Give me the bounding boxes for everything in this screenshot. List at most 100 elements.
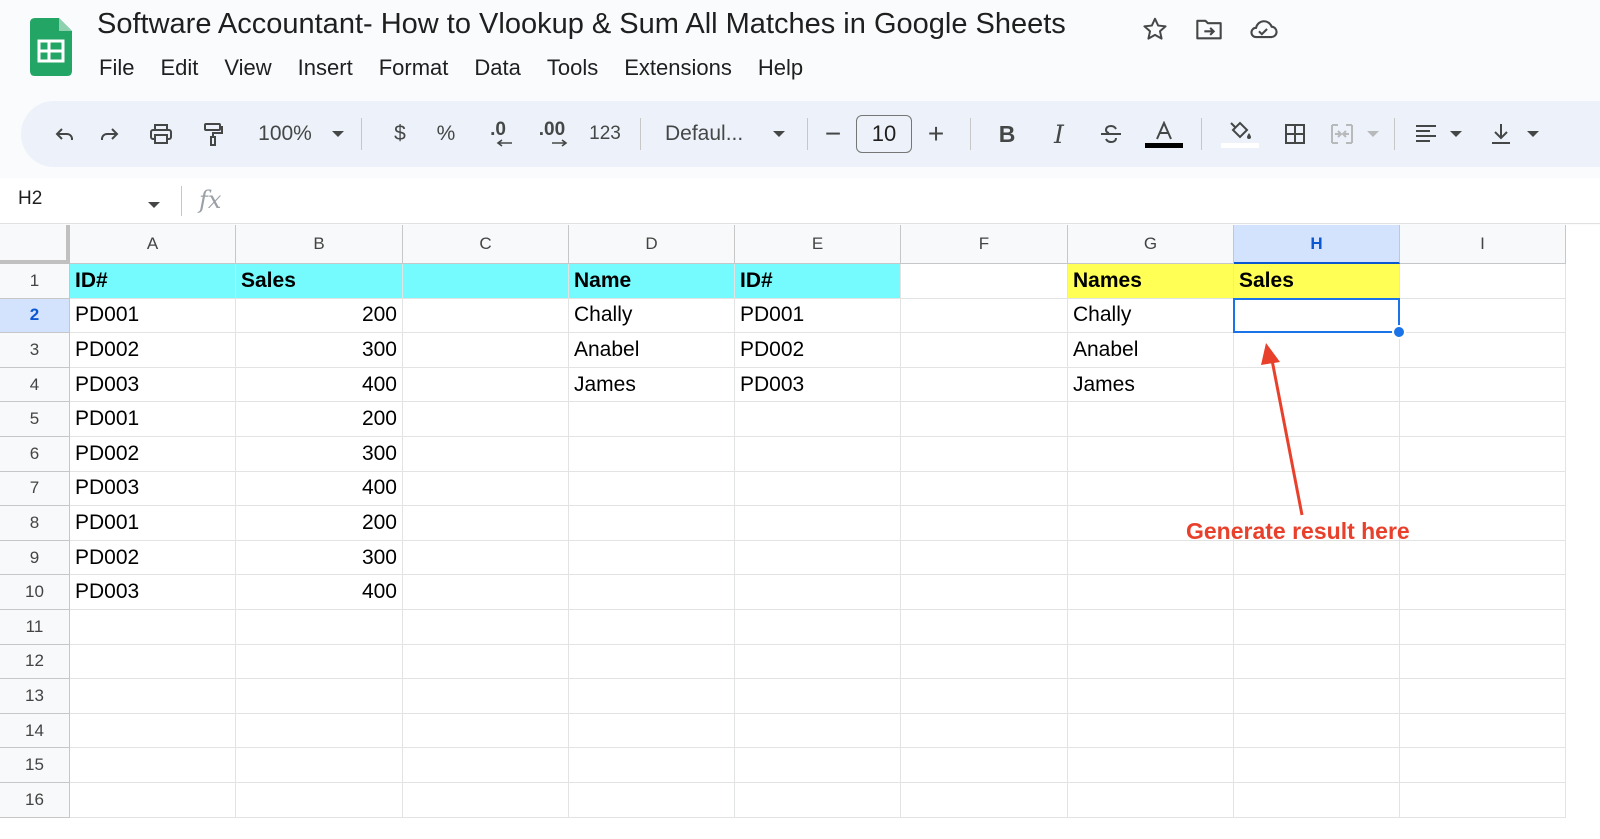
- cell-c12[interactable]: [403, 644, 569, 680]
- cell-i4[interactable]: [1400, 367, 1566, 403]
- cell-g15[interactable]: [1068, 748, 1234, 783]
- cell-f8[interactable]: [901, 506, 1068, 541]
- cell-f15[interactable]: [901, 748, 1068, 783]
- horizontal-align-icon[interactable]: [1409, 114, 1443, 154]
- cell-e6[interactable]: [735, 437, 901, 472]
- cell-i10[interactable]: [1400, 575, 1566, 610]
- cell-d7[interactable]: [569, 471, 735, 507]
- horizontal-align-dropdown-icon[interactable]: [1443, 114, 1469, 154]
- cell-a8[interactable]: PD001: [70, 506, 236, 541]
- cell-e14[interactable]: [735, 713, 901, 749]
- decrease-decimal-button[interactable]: .0: [472, 114, 524, 154]
- cell-g13[interactable]: [1068, 679, 1234, 714]
- menu-data[interactable]: Data: [461, 52, 533, 84]
- cell-g4[interactable]: James: [1068, 367, 1234, 403]
- cell-b13[interactable]: [236, 679, 403, 714]
- cell-d10[interactable]: [569, 575, 735, 610]
- cell-e10[interactable]: [735, 575, 901, 610]
- cell-b12[interactable]: [236, 644, 403, 680]
- cell-f7[interactable]: [901, 471, 1068, 507]
- name-box[interactable]: H2: [18, 188, 42, 210]
- star-icon[interactable]: [1140, 14, 1170, 44]
- cell-e4[interactable]: PD003: [735, 367, 901, 403]
- cell-b16[interactable]: [236, 783, 403, 818]
- cell-h14[interactable]: [1234, 713, 1400, 749]
- cell-i6[interactable]: [1400, 437, 1566, 472]
- italic-button[interactable]: I: [1033, 114, 1085, 154]
- cell-a16[interactable]: [70, 783, 236, 818]
- column-header-h[interactable]: H: [1234, 225, 1400, 264]
- cell-i9[interactable]: [1400, 540, 1566, 576]
- cell-g12[interactable]: [1068, 644, 1234, 680]
- column-header-g[interactable]: G: [1068, 225, 1234, 264]
- decrease-font-size-button[interactable]: −: [818, 114, 848, 154]
- zoom-select[interactable]: 100%: [245, 114, 325, 154]
- cell-f16[interactable]: [901, 783, 1068, 818]
- increase-font-size-button[interactable]: +: [912, 114, 960, 154]
- cell-g11[interactable]: [1068, 610, 1234, 645]
- sheets-logo-icon[interactable]: [30, 18, 72, 76]
- cell-c11[interactable]: [403, 610, 569, 645]
- name-box-dropdown-icon[interactable]: [147, 196, 161, 214]
- cell-e7[interactable]: [735, 471, 901, 507]
- document-title[interactable]: Software Accountant- How to Vlookup & Su…: [97, 8, 1066, 41]
- cell-f11[interactable]: [901, 610, 1068, 645]
- cell-d3[interactable]: Anabel: [569, 333, 735, 368]
- cell-h4[interactable]: [1234, 367, 1400, 403]
- cell-d15[interactable]: [569, 748, 735, 783]
- cell-e11[interactable]: [735, 610, 901, 645]
- cell-b3[interactable]: 300: [236, 333, 403, 368]
- borders-icon[interactable]: [1268, 114, 1322, 154]
- cell-g14[interactable]: [1068, 713, 1234, 749]
- row-header-6[interactable]: 6: [0, 437, 70, 472]
- column-header-i[interactable]: I: [1400, 225, 1566, 264]
- select-all-corner[interactable]: [0, 225, 70, 264]
- cell-h10[interactable]: [1234, 575, 1400, 610]
- cell-i13[interactable]: [1400, 679, 1566, 714]
- cell-f14[interactable]: [901, 713, 1068, 749]
- cell-c14[interactable]: [403, 713, 569, 749]
- cell-h9[interactable]: [1234, 540, 1400, 576]
- row-header-8[interactable]: 8: [0, 506, 70, 541]
- more-formats-button[interactable]: 123: [580, 114, 630, 154]
- cell-g7[interactable]: [1068, 471, 1234, 507]
- fill-color-button[interactable]: [1212, 114, 1268, 154]
- menu-insert[interactable]: Insert: [285, 52, 366, 84]
- row-header-10[interactable]: 10: [0, 575, 70, 610]
- cell-c8[interactable]: [403, 506, 569, 541]
- cell-b11[interactable]: [236, 610, 403, 645]
- cell-e15[interactable]: [735, 748, 901, 783]
- font-select[interactable]: Defaul...: [665, 114, 765, 154]
- cell-f13[interactable]: [901, 679, 1068, 714]
- cell-d6[interactable]: [569, 437, 735, 472]
- column-header-f[interactable]: F: [901, 225, 1068, 264]
- cell-i1[interactable]: [1400, 264, 1566, 299]
- print-icon[interactable]: [135, 114, 187, 154]
- cell-f10[interactable]: [901, 575, 1068, 610]
- cell-d2[interactable]: Chally: [569, 298, 735, 334]
- cell-i11[interactable]: [1400, 610, 1566, 645]
- cell-i2[interactable]: [1400, 298, 1566, 334]
- cell-e2[interactable]: PD001: [735, 298, 901, 334]
- undo-icon[interactable]: [47, 114, 83, 154]
- cell-a9[interactable]: PD002: [70, 540, 236, 576]
- cell-d8[interactable]: [569, 506, 735, 541]
- cell-f2[interactable]: [901, 298, 1068, 334]
- cell-h3[interactable]: [1234, 333, 1400, 368]
- cell-c2[interactable]: [403, 298, 569, 334]
- cell-g1[interactable]: Names: [1068, 264, 1234, 299]
- cell-h13[interactable]: [1234, 679, 1400, 714]
- cell-g10[interactable]: [1068, 575, 1234, 610]
- row-header-9[interactable]: 9: [0, 540, 70, 576]
- text-color-button[interactable]: [1137, 114, 1191, 154]
- bold-button[interactable]: B: [981, 114, 1033, 154]
- cell-d11[interactable]: [569, 610, 735, 645]
- cell-f5[interactable]: [901, 402, 1068, 437]
- cell-c3[interactable]: [403, 333, 569, 368]
- cell-b14[interactable]: [236, 713, 403, 749]
- cell-f1[interactable]: [901, 264, 1068, 299]
- vertical-align-dropdown-icon[interactable]: [1521, 114, 1545, 154]
- menu-tools[interactable]: Tools: [534, 52, 611, 84]
- cell-i8[interactable]: [1400, 506, 1566, 541]
- cell-i14[interactable]: [1400, 713, 1566, 749]
